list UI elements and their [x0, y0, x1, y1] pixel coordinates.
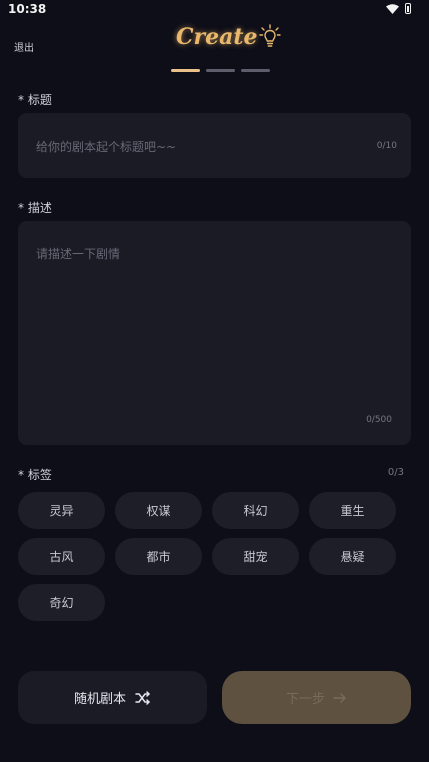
tag-option[interactable]: 都市: [115, 538, 202, 575]
random-script-label: 随机剧本: [73, 692, 126, 707]
tag-option[interactable]: 科幻: [212, 492, 299, 529]
description-input[interactable]: 请描述一下剧情 0/500: [18, 221, 411, 445]
tag-option[interactable]: 古风: [18, 538, 105, 575]
wifi-icon: [386, 3, 399, 14]
random-script-button[interactable]: 随机剧本: [18, 671, 207, 724]
tag-option[interactable]: 权谋: [115, 492, 202, 529]
logo-text: Create: [176, 24, 258, 50]
tag-option[interactable]: 灵异: [18, 492, 105, 529]
next-step-label: 下一步: [285, 692, 325, 707]
exit-button[interactable]: 退出: [14, 39, 34, 54]
step-indicator: [171, 69, 270, 72]
title-input[interactable]: 给你的剧本起个标题吧~~ 0/10: [18, 113, 411, 178]
description-label: * 描述: [18, 201, 52, 215]
next-step-button[interactable]: 下一步: [222, 671, 411, 724]
tag-option[interactable]: 重生: [309, 492, 396, 529]
status-bar: 10:38: [0, 0, 429, 20]
arrow-right-icon: [333, 692, 346, 703]
status-time: 10:38: [8, 2, 47, 16]
tag-list: 灵异 权谋 科幻 重生 古风 都市 甜宠 悬疑 奇幻: [18, 492, 411, 621]
tag-option[interactable]: 奇幻: [18, 584, 105, 621]
title-label: * 标题: [18, 93, 52, 107]
tag-option[interactable]: 甜宠: [212, 538, 299, 575]
step-1-indicator: [171, 69, 200, 72]
tags-label: * 标签: [18, 468, 52, 482]
system-icons: [386, 3, 411, 14]
create-logo: Create: [176, 24, 281, 50]
tag-option[interactable]: 悬疑: [309, 538, 396, 575]
shuffle-icon: [135, 690, 150, 705]
tags-counter: 0/3: [387, 467, 404, 478]
description-counter: 0/500: [366, 415, 392, 425]
title-counter: 0/10: [376, 141, 397, 151]
step-2-indicator: [206, 69, 235, 72]
lightbulb-icon: [258, 24, 281, 47]
description-placeholder: 请描述一下剧情: [36, 247, 121, 261]
battery-icon: [405, 3, 411, 14]
step-3-indicator: [241, 69, 270, 72]
title-placeholder: 给你的剧本起个标题吧~~: [36, 140, 177, 154]
